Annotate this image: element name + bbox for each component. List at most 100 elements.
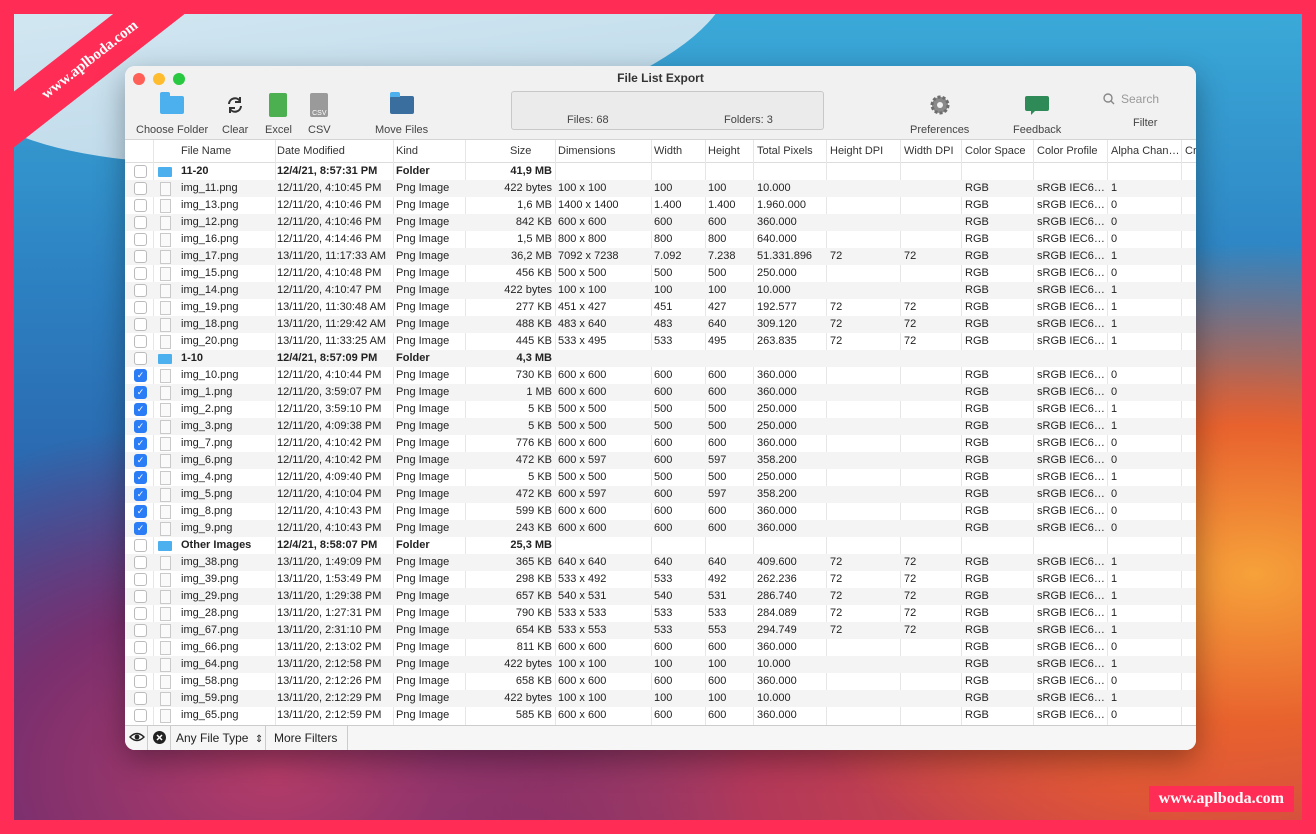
folder-row[interactable]: 1-10 12/4/21, 8:57:09 PM Folder 4,3 MB [125, 350, 1196, 367]
table-row[interactable]: img_65.png 13/11/20, 2:12:59 PM Png Image 5… [125, 707, 1196, 724]
move-files-button[interactable]: Move Files [375, 92, 428, 136]
column-header-file-name[interactable]: File Name [181, 145, 231, 157]
cell-height: 600 [708, 505, 727, 517]
row-checkbox[interactable]: ✓ [134, 369, 147, 382]
table-row[interactable]: ✓ img_2.png 12/11/20, 3:59:10 PM Png Image 5… [125, 401, 1196, 418]
table-row[interactable]: img_66.png 13/11/20, 2:13:02 PM Png Image 8… [125, 639, 1196, 656]
table-row[interactable]: img_19.png 13/11/20, 11:30:48 AM Png Image… [125, 299, 1196, 316]
cell-width: 500 [654, 267, 673, 279]
row-checkbox[interactable] [134, 675, 147, 688]
row-checkbox[interactable] [134, 556, 147, 569]
row-checkbox[interactable] [134, 301, 147, 314]
row-checkbox[interactable]: ✓ [134, 403, 147, 416]
row-checkbox[interactable] [134, 624, 147, 637]
column-header-alpha-channel[interactable]: Alpha Chan… [1111, 145, 1180, 157]
column-header-size[interactable]: Size [510, 145, 531, 157]
table-row[interactable]: img_12.png 12/11/20, 4:10:46 PM Png Image 8… [125, 214, 1196, 231]
row-checkbox[interactable] [134, 352, 147, 365]
row-checkbox[interactable] [134, 182, 147, 195]
search-field[interactable]: Search [1103, 92, 1159, 106]
row-checkbox[interactable] [134, 539, 147, 552]
column-header-date-modified[interactable]: Date Modified [277, 145, 345, 157]
table-row[interactable]: ✓ img_6.png 12/11/20, 4:10:42 PM Png Image 4… [125, 452, 1196, 469]
column-header-height-dpi[interactable]: Height DPI [830, 145, 883, 157]
column-header-width-dpi[interactable]: Width DPI [904, 145, 954, 157]
row-checkbox[interactable]: ✓ [134, 454, 147, 467]
table-row[interactable]: ✓ img_10.png 12/11/20, 4:10:44 PM Png Image… [125, 367, 1196, 384]
row-checkbox[interactable] [134, 607, 147, 620]
row-checkbox[interactable] [134, 658, 147, 671]
table-row[interactable]: img_59.png 13/11/20, 2:12:29 PM Png Image 4… [125, 690, 1196, 707]
row-checkbox[interactable] [134, 318, 147, 331]
table-row[interactable]: img_64.png 13/11/20, 2:12:58 PM Png Image 4… [125, 656, 1196, 673]
table-row[interactable]: img_18.png 13/11/20, 11:29:42 AM Png Image… [125, 316, 1196, 333]
row-checkbox[interactable] [134, 216, 147, 229]
row-checkbox[interactable] [134, 267, 147, 280]
table-row[interactable]: ✓ img_1.png 12/11/20, 3:59:07 PM Png Image 1… [125, 384, 1196, 401]
table-row[interactable]: img_28.png 13/11/20, 1:27:31 PM Png Image 7… [125, 605, 1196, 622]
table-row[interactable]: img_11.png 12/11/20, 4:10:45 PM Png Image 4… [125, 180, 1196, 197]
table-row[interactable]: ✓ img_8.png 12/11/20, 4:10:43 PM Png Image 5… [125, 503, 1196, 520]
table-row[interactable]: img_16.png 12/11/20, 4:14:46 PM Png Image 1… [125, 231, 1196, 248]
row-checkbox[interactable]: ✓ [134, 386, 147, 399]
row-checkbox[interactable]: ✓ [134, 471, 147, 484]
window-title: File List Export [617, 71, 704, 85]
column-header-kind[interactable]: Kind [396, 145, 418, 157]
table-row[interactable]: img_15.png 12/11/20, 4:10:48 PM Png Image 4… [125, 265, 1196, 282]
excel-export-button[interactable]: Excel [265, 92, 292, 136]
folder-row[interactable]: 11-20 12/4/21, 8:57:31 PM Folder 41,9 MB [125, 163, 1196, 180]
row-checkbox[interactable] [134, 692, 147, 705]
column-header-width[interactable]: Width [654, 145, 682, 157]
cell-height: 600 [708, 437, 727, 449]
row-checkbox[interactable]: ✓ [134, 505, 147, 518]
column-header-height[interactable]: Height [708, 145, 740, 157]
table-row[interactable]: img_58.png 13/11/20, 2:12:26 PM Png Image 6… [125, 673, 1196, 690]
column-header-dimensions[interactable]: Dimensions [558, 145, 615, 157]
folder-row[interactable]: Other Images 12/4/21, 8:58:07 PM Folder 25,… [125, 537, 1196, 554]
cell-file-name: img_4.png [181, 471, 233, 483]
row-checkbox[interactable] [134, 335, 147, 348]
row-checkbox[interactable]: ✓ [134, 522, 147, 535]
row-checkbox[interactable]: ✓ [134, 488, 147, 501]
eye-icon[interactable] [129, 730, 145, 747]
cell-size: 456 KB [515, 267, 552, 279]
table-row[interactable]: img_39.png 13/11/20, 1:53:49 PM Png Image 2… [125, 571, 1196, 588]
row-checkbox[interactable] [134, 250, 147, 263]
csv-export-button[interactable]: CSV CSV [308, 92, 331, 136]
file-type-select[interactable]: Any File Type ⇕ [176, 731, 263, 745]
preferences-button[interactable]: Preferences [910, 92, 969, 136]
more-filters-button[interactable]: More Filters [274, 731, 337, 745]
row-checkbox[interactable] [134, 641, 147, 654]
row-checkbox[interactable]: ✓ [134, 437, 147, 450]
table-row[interactable]: img_17.png 13/11/20, 11:17:33 AM Png Image… [125, 248, 1196, 265]
row-checkbox[interactable] [134, 709, 147, 722]
table-row[interactable]: img_67.png 13/11/20, 2:31:10 PM Png Image 6… [125, 622, 1196, 639]
table-row[interactable]: img_38.png 13/11/20, 1:49:09 PM Png Image 3… [125, 554, 1196, 571]
row-checkbox[interactable]: ✓ [134, 420, 147, 433]
row-checkbox[interactable] [134, 165, 147, 178]
row-checkbox[interactable] [134, 590, 147, 603]
table-row[interactable]: img_13.png 12/11/20, 4:10:46 PM Png Image 1… [125, 197, 1196, 214]
table-row[interactable]: img_14.png 12/11/20, 4:10:47 PM Png Image 4… [125, 282, 1196, 299]
row-checkbox[interactable] [134, 199, 147, 212]
row-checkbox[interactable] [134, 573, 147, 586]
clear-filter-icon[interactable] [153, 731, 166, 747]
column-header-color-profile[interactable]: Color Profile [1037, 145, 1098, 157]
row-checkbox[interactable] [134, 233, 147, 246]
table-row[interactable]: ✓ img_7.png 12/11/20, 4:10:42 PM Png Image 7… [125, 435, 1196, 452]
row-checkbox[interactable] [134, 284, 147, 297]
choose-folder-button[interactable]: Choose Folder [136, 92, 208, 136]
table-row[interactable]: img_29.png 13/11/20, 1:29:38 PM Png Image 6… [125, 588, 1196, 605]
cell-size: 5 KB [528, 420, 552, 432]
table-row[interactable]: img_20.png 13/11/20, 11:33:25 AM Png Image… [125, 333, 1196, 350]
column-header-color-space[interactable]: Color Space [965, 145, 1026, 157]
feedback-button[interactable]: Feedback [1013, 92, 1061, 136]
table-row[interactable]: ✓ img_4.png 12/11/20, 4:09:40 PM Png Image 5… [125, 469, 1196, 486]
table-row[interactable]: ✓ img_5.png 12/11/20, 4:10:04 PM Png Image 4… [125, 486, 1196, 503]
column-header-cr[interactable]: Cr [1185, 145, 1196, 157]
table-row[interactable]: ✓ img_9.png 12/11/20, 4:10:43 PM Png Image 2… [125, 520, 1196, 537]
table-row[interactable]: ✓ img_3.png 12/11/20, 4:09:38 PM Png Image 5… [125, 418, 1196, 435]
column-header-total-pixels[interactable]: Total Pixels [757, 145, 813, 157]
clear-button[interactable]: Clear [222, 92, 248, 136]
refresh-icon [225, 92, 245, 118]
